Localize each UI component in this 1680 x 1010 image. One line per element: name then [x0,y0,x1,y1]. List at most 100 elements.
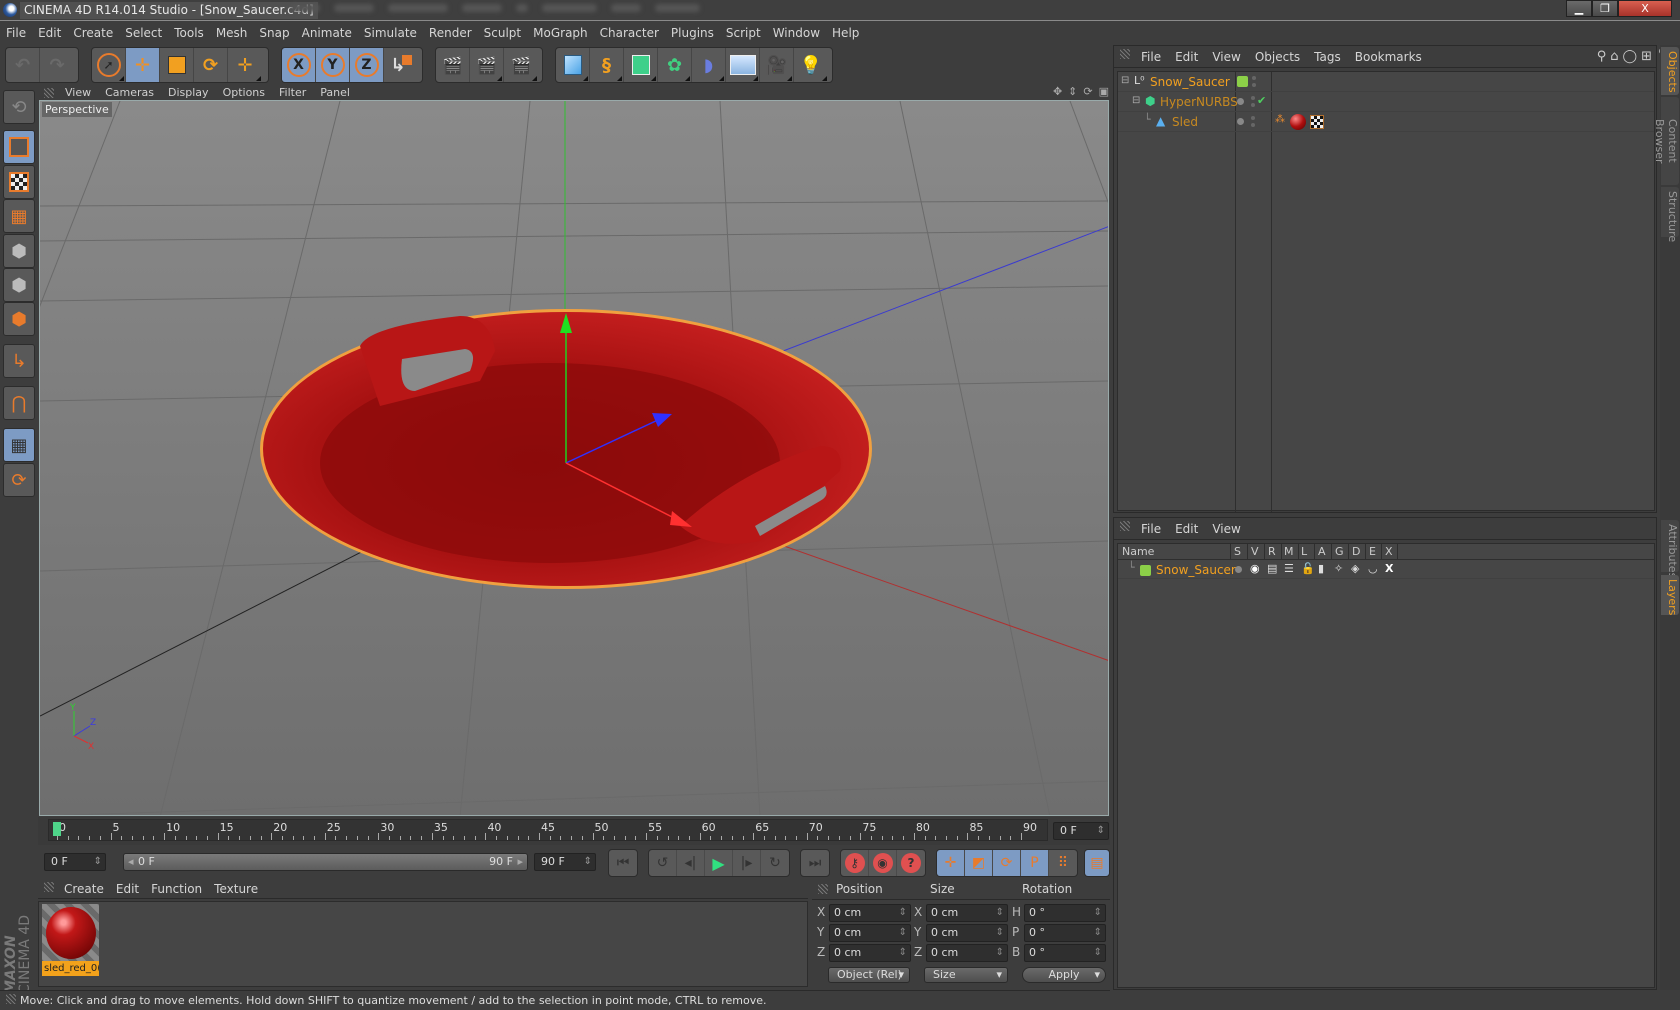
array-icon[interactable]: ✿ [658,48,692,82]
layers-menu-view[interactable]: View [1205,518,1247,540]
material-tag-icon[interactable] [1290,114,1306,130]
material-menu-create[interactable]: Create [58,879,110,899]
layer-row-snow-saucer[interactable]: └ Snow_Saucer ◉ ▤ ☰ 🔓 ▮ ✧ ◈ ◡ X [1118,561,1654,579]
tab-attributes[interactable]: Attributes [1661,520,1679,578]
menu-character[interactable]: Character [594,22,665,44]
menu-animate[interactable]: Animate [296,22,358,44]
rotate-icon[interactable]: ⟳ [194,48,228,82]
column-manager[interactable]: M [1284,545,1294,558]
layer-render-icon[interactable]: ▤ [1267,562,1277,575]
column-locked[interactable]: L [1301,545,1307,558]
live-selection-icon[interactable]: ➚ [92,48,126,82]
y-axis-icon[interactable]: Y [316,48,350,82]
render-view-icon[interactable]: 🎬 [436,48,470,82]
redo-icon[interactable]: ↷ [40,48,74,82]
workplane-mode-icon[interactable]: ▦ [3,199,35,233]
viewport-perspective[interactable]: Y Z X Perspective [39,100,1109,816]
drag-grip[interactable] [44,88,54,98]
viewport-menu-display[interactable]: Display [161,85,216,100]
menu-snap[interactable]: Snap [253,22,295,44]
film-strip-icon[interactable]: ▤ [1085,850,1109,876]
timeline-ruler[interactable]: 0 5 10 15 20 25 30 35 40 45 50 55 60 65 70 75 80 85 90 [48,819,1048,841]
menu-script[interactable]: Script [720,22,767,44]
collapse-icon[interactable]: ⊟ [1121,75,1129,86]
home-icon[interactable]: ⌂ [1610,49,1618,64]
move-icon[interactable]: ✛ [126,48,160,82]
column-expressions[interactable]: E [1369,545,1376,558]
menu-mesh[interactable]: Mesh [210,22,254,44]
new-manager-icon[interactable]: ⊞ [1641,49,1652,64]
layer-deformers-icon[interactable]: ◈ [1351,562,1359,575]
viewport-menu-filter[interactable]: Filter [272,85,313,100]
add-move-icon[interactable]: ✛ [228,48,262,82]
subdivision-surface-icon[interactable] [624,48,658,82]
end-frame-field[interactable]: 90 F [534,853,596,871]
material-swatch[interactable]: sled_red_0( [42,904,99,976]
timeline-playhead[interactable] [53,822,61,836]
maximize-view-icon[interactable]: ▣ [1099,85,1109,98]
size-x-field[interactable]: 0 cm [926,904,1008,922]
coordinate-mode-dropdown[interactable]: Object (Rel) [828,967,910,983]
deformer-bend-icon[interactable]: ◗ [692,48,726,82]
edges-mode-icon[interactable]: ⬢ [3,268,35,302]
column-view[interactable]: V [1251,545,1259,558]
layer-animation-icon[interactable]: ▮ [1318,562,1324,575]
menu-help[interactable]: Help [826,22,865,44]
go-to-start-icon[interactable]: ⏮ [609,850,637,876]
layer-expressions-icon[interactable]: ◡ [1368,562,1378,575]
camera-icon[interactable]: 🎥 [760,48,794,82]
column-deformers[interactable]: D [1352,545,1360,558]
layer-manager-icon[interactable]: ☰ [1284,562,1294,575]
layer-view-eye-icon[interactable]: ◉ [1250,562,1260,575]
phong-tag-icon[interactable]: ⁂ [1275,114,1285,125]
layer-solo-toggle[interactable] [1235,566,1242,573]
column-render[interactable]: R [1268,545,1276,558]
size-y-field[interactable]: 0 cm [926,924,1008,942]
record-key-icon[interactable]: ⚷ [841,850,869,876]
tab-content-browser[interactable]: Content Browser [1653,97,1679,185]
snap-magnet-icon[interactable]: ⋂ [3,386,35,420]
column-xref[interactable]: X [1385,545,1393,558]
layer-xref-icon[interactable]: X [1385,562,1393,575]
close-button[interactable]: X [1618,0,1672,17]
layer-lock-icon[interactable]: 🔓 [1301,562,1315,575]
menu-plugins[interactable]: Plugins [665,22,720,44]
key-parameter-icon[interactable]: P [1021,850,1049,876]
menu-select[interactable]: Select [119,22,168,44]
size-mode-dropdown[interactable]: Size [924,967,1008,983]
viewport-menu-view[interactable]: View [58,85,98,100]
apply-button[interactable]: Apply [1022,967,1106,983]
layer-color-swatch[interactable] [1237,76,1248,87]
current-frame-field[interactable]: 0 F [1053,822,1109,840]
workplane-lock-icon[interactable]: ▦ [3,428,35,462]
dolly-icon[interactable]: ⇕ [1068,85,1077,98]
drag-grip[interactable] [44,882,54,892]
tab-layers[interactable]: Layers [1661,575,1679,615]
tab-objects[interactable]: Objects [1661,47,1679,95]
range-left-arrow-icon[interactable]: ◂ [128,854,134,870]
pan-icon[interactable]: ✥ [1053,85,1062,98]
material-menu-texture[interactable]: Texture [208,879,264,899]
start-frame-field[interactable]: 0 F [44,853,106,871]
search-icon[interactable]: ⚲ [1597,49,1607,64]
orbit-icon[interactable]: ⟳ [1083,85,1092,98]
coordinate-system-icon[interactable]: ↳ [384,48,418,82]
viewport-menu-panel[interactable]: Panel [313,85,357,100]
drag-grip[interactable] [818,884,828,894]
preview-range-slider[interactable]: ◂ 0 F 90 F ▸ [123,853,528,871]
previous-frame-icon[interactable]: ◂| [677,850,705,876]
material-menu-function[interactable]: Function [145,879,208,899]
polygons-mode-icon[interactable]: ⬢ [3,302,35,336]
layer-generators-icon[interactable]: ✧ [1334,562,1343,575]
light-icon[interactable]: 💡 [794,48,828,82]
viewport-menu-cameras[interactable]: Cameras [98,85,161,100]
keyframe-selection-icon[interactable]: ? [897,850,925,876]
drag-grip[interactable] [1120,521,1130,531]
go-to-end-icon[interactable]: ⏭ [801,850,829,876]
points-mode-icon[interactable]: ⬢ [3,234,35,268]
menu-render[interactable]: Render [423,22,478,44]
previous-key-icon[interactable]: ↺ [649,850,677,876]
viewport-menu-options[interactable]: Options [216,85,272,100]
key-pla-icon[interactable]: ⠿ [1049,850,1077,876]
layers-menu-edit[interactable]: Edit [1168,518,1205,540]
